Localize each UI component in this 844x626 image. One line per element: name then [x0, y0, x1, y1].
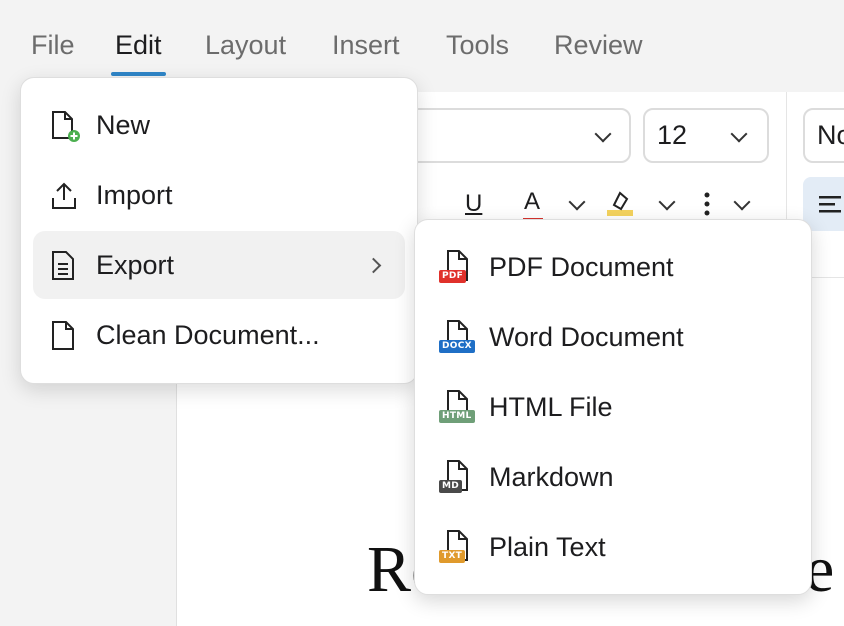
- tab-insert[interactable]: Insert: [332, 28, 400, 62]
- chevron-right-icon: [365, 257, 382, 274]
- chevron-down-icon[interactable]: [733, 193, 751, 211]
- submenu-item-label: Word Document: [489, 322, 684, 352]
- menu-item-label: Clean Document...: [96, 320, 320, 350]
- file-type-badge: PDF: [439, 270, 467, 283]
- toolbar-separator: [786, 92, 787, 232]
- style-select[interactable]: No: [803, 108, 844, 163]
- export-docx[interactable]: DOCX Word Document: [415, 302, 811, 372]
- export-pdf[interactable]: PDF PDF Document: [415, 232, 811, 302]
- align-left-button[interactable]: [803, 177, 844, 231]
- menu-item-clean-document[interactable]: Clean Document...: [33, 301, 405, 369]
- chevron-down-icon: [594, 125, 612, 143]
- document-lines-icon: [51, 251, 77, 281]
- new-document-icon: [51, 111, 80, 142]
- upload-icon: [51, 181, 77, 211]
- font-size-value: 12: [657, 120, 688, 150]
- export-plain-text[interactable]: TXT Plain Text: [415, 512, 811, 582]
- menu-item-export[interactable]: Export: [33, 231, 405, 299]
- tab-review[interactable]: Review: [554, 28, 643, 62]
- align-left-icon: [819, 196, 841, 213]
- font-size-select[interactable]: 12: [643, 108, 769, 163]
- menu-item-label: Import: [96, 180, 173, 210]
- markdown-file-icon: MD: [439, 460, 473, 496]
- document-icon: [51, 321, 77, 351]
- export-submenu: PDF PDF Document DOCX Word Document HTML…: [414, 219, 812, 595]
- submenu-item-label: HTML File: [489, 392, 613, 422]
- txt-file-icon: TXT: [439, 530, 473, 566]
- export-html[interactable]: HTML HTML File: [415, 372, 811, 442]
- more-vertical-icon[interactable]: [704, 192, 710, 216]
- menu-item-import[interactable]: Import: [33, 161, 405, 229]
- underline-button[interactable]: U: [465, 190, 482, 218]
- docx-file-icon: DOCX: [439, 320, 475, 356]
- tab-tools[interactable]: Tools: [446, 28, 509, 62]
- menu-bar: File Edit Layout Insert Tools Review: [0, 0, 844, 80]
- highlighter-icon[interactable]: [607, 189, 633, 217]
- menu-item-new[interactable]: New: [33, 91, 405, 159]
- submenu-item-label: Plain Text: [489, 532, 606, 562]
- style-select-value: No: [817, 120, 844, 150]
- html-file-icon: HTML: [439, 390, 475, 426]
- file-type-badge: TXT: [439, 550, 466, 563]
- submenu-item-label: Markdown: [489, 462, 614, 492]
- menu-item-label: New: [96, 110, 151, 140]
- chevron-down-icon: [730, 125, 748, 143]
- export-markdown[interactable]: MD Markdown: [415, 442, 811, 512]
- chevron-down-icon[interactable]: [658, 193, 676, 211]
- file-type-badge: DOCX: [439, 340, 475, 353]
- pdf-file-icon: PDF: [439, 250, 473, 286]
- file-type-badge: HTML: [439, 410, 475, 423]
- submenu-item-label: PDF Document: [489, 252, 674, 282]
- font-color-button[interactable]: A: [523, 188, 543, 221]
- tab-file[interactable]: File: [31, 28, 75, 62]
- tab-layout[interactable]: Layout: [205, 28, 286, 62]
- file-type-badge: MD: [439, 480, 463, 493]
- file-menu: New Import Export Clean Document...: [20, 77, 418, 384]
- chevron-down-icon[interactable]: [568, 193, 586, 211]
- font-color-letter: A: [524, 188, 541, 215]
- tab-edit[interactable]: Edit: [111, 28, 166, 76]
- menu-item-label: Export: [96, 250, 175, 280]
